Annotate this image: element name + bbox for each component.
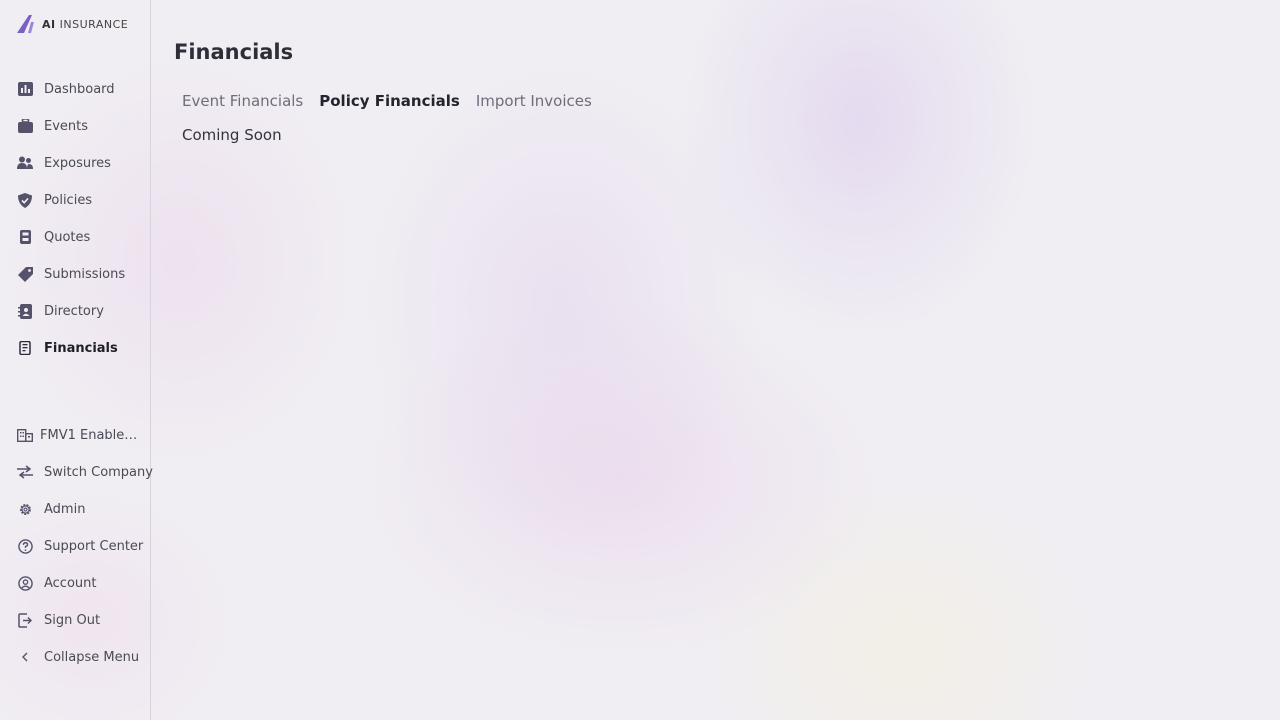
sidebar-item-label: Exposures: [44, 155, 111, 171]
sign-out-icon: [16, 611, 34, 629]
sign-out-button[interactable]: Sign Out: [16, 611, 100, 629]
sidebar-item-account[interactable]: Account: [16, 574, 97, 592]
sidebar-item-label: Collapse Menu: [44, 649, 140, 665]
sidebar-item-quotes[interactable]: Quotes: [16, 228, 90, 246]
sidebar-item-label: Support Center: [44, 538, 144, 554]
shield-check-icon: [16, 191, 34, 209]
sidebar-item-dashboard[interactable]: Dashboard: [16, 80, 115, 98]
building-icon: [16, 426, 34, 444]
sidebar-item-exposures[interactable]: Exposures: [16, 154, 111, 172]
coming-soon-message: Coming Soon: [182, 126, 282, 144]
tab-event-financials[interactable]: Event Financials: [182, 90, 303, 112]
page-title: Financials: [174, 40, 294, 64]
chart-bar-icon: [16, 80, 34, 98]
sidebar-item-label: Events: [44, 118, 89, 134]
sidebar-item-financials[interactable]: Financials: [16, 339, 118, 357]
sidebar-item-directory[interactable]: Directory: [16, 302, 104, 320]
users-icon: [16, 154, 34, 172]
user-circle-icon: [16, 574, 34, 592]
brand-logo[interactable]: AI INSURANCE: [16, 14, 128, 34]
sidebar-item-label: Policies: [44, 192, 93, 208]
sidebar-item-company[interactable]: FMV1 Enabled Company: [16, 426, 144, 444]
company-name: FMV1 Enabled Company: [40, 427, 144, 443]
brand-mark-icon: [17, 15, 34, 33]
switch-company-button[interactable]: Switch Company: [16, 463, 153, 481]
tag-icon: [16, 265, 34, 283]
sidebar-item-events[interactable]: Events: [16, 117, 88, 135]
tab-policy-financials[interactable]: Policy Financials: [319, 90, 460, 112]
question-circle-icon: [16, 537, 34, 555]
sidebar-item-label: Account: [44, 575, 97, 591]
brand-name: AI INSURANCE: [42, 17, 129, 31]
sidebar-item-label: Sign Out: [44, 612, 101, 628]
briefcase-icon: [16, 117, 34, 135]
receipt-icon: [16, 339, 34, 357]
tab-import-invoices[interactable]: Import Invoices: [476, 90, 592, 112]
gear-icon: [16, 500, 34, 518]
sidebar-item-label: Dashboard: [44, 81, 115, 97]
financials-tabs: Event Financials Policy Financials Impor…: [182, 90, 592, 112]
address-book-icon: [16, 302, 34, 320]
sidebar: AI INSURANCE Dashboard Events Exposures …: [0, 0, 153, 720]
sidebar-item-submissions[interactable]: Submissions: [16, 265, 125, 283]
sidebar-item-label: Quotes: [44, 229, 91, 245]
sidebar-item-admin[interactable]: Admin: [16, 500, 85, 518]
switch-arrows-icon: [16, 463, 34, 481]
sidebar-item-support-center[interactable]: Support Center: [16, 537, 143, 555]
collapse-menu-button[interactable]: Collapse Menu: [16, 648, 139, 666]
sidebar-item-label: Submissions: [44, 266, 126, 282]
sidebar-item-label: Switch Company: [44, 464, 153, 480]
sidebar-item-label: Admin: [44, 501, 86, 517]
sidebar-item-policies[interactable]: Policies: [16, 191, 92, 209]
sidebar-item-label: Directory: [44, 303, 104, 319]
chevron-left-icon: [16, 648, 34, 666]
sidebar-item-label: Financials: [44, 340, 118, 356]
calculator-icon: [16, 228, 34, 246]
